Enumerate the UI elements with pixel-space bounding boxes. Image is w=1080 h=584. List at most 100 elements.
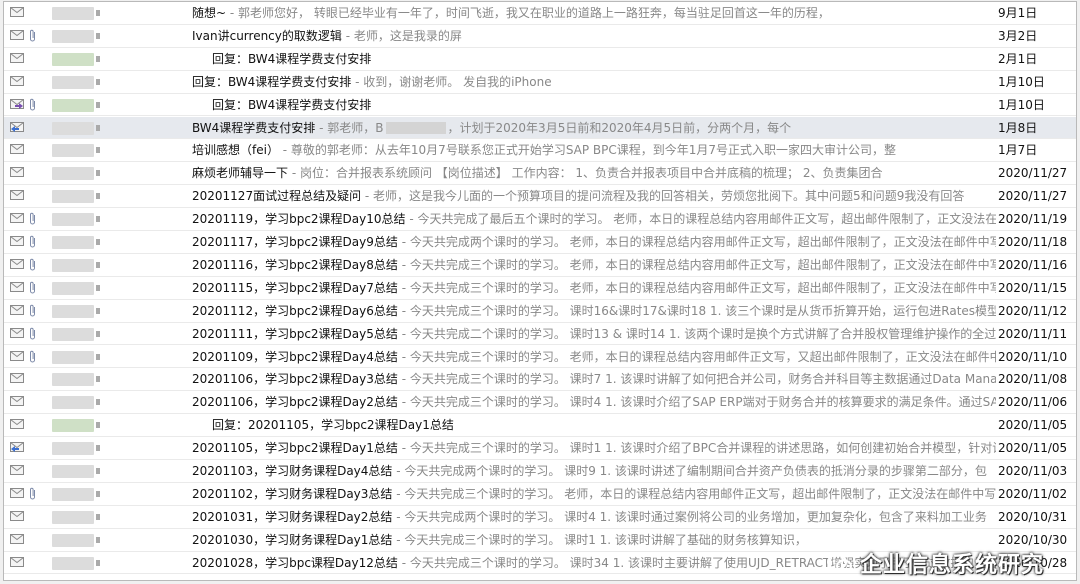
envelope-icon [10,556,24,567]
email-row[interactable]: 回复：BW4课程学费支付安排 - 收到，谢谢老师。 发自我的iPhone 1月10… [4,71,1076,94]
email-preview: - 今天共完成两个课时的学习。 课时4 1. 该课时通过案例将公司的业务增加，更… [392,509,987,524]
envelope-icon [10,144,24,155]
sender-redacted [52,75,100,89]
sender-redacted [52,121,100,135]
sender-redacted [52,167,100,181]
email-subject-line: 20201105，学习bpc2课程Day1总结 - 今天共完成三个课时的学习。 … [192,437,996,459]
sender-redacted [52,327,100,341]
email-subject: 回复：BW4课程学费支付安排 [212,97,372,112]
email-preview: - 老师，这是我录的屏 [341,28,462,43]
email-preview: - 今天共完成三个课时的学习。 课时1 1. 该课时讲解了基础的财务核算知识， [392,532,807,547]
email-subject: 20201119，学习bpc2课程Day10总结 [192,212,406,227]
email-row[interactable]: 20201115，学习bpc2课程Day7总结 - 今天共完成三个课时的学习。 … [4,277,1076,300]
email-row[interactable]: 20201106，学习bpc2课程Day3总结 - 今天共完成三个课时的学习。 … [4,368,1076,392]
email-subject-line: 20201103，学习财务课程Day4总结 - 今天共完成两个课时的学习。 课时… [192,460,996,482]
email-date: 9月1日 [998,6,1038,20]
email-subject: 20201103，学习财务课程Day4总结 [192,464,393,478]
sender-redacted [52,52,100,66]
envelope-icon [10,167,24,178]
envelope-icon [10,419,24,430]
email-preview: - 今天共完成三个课时的学习。 课时7 1. 该课时讲解了如何把合并公司，财务合… [397,372,996,387]
email-date: 2020/11/27 [998,166,1068,181]
email-subject: 回复：20201105，学习bpc2课程Day1总结 [212,418,454,433]
email-subject: 20201106，学习bpc2课程Day2总结 [192,395,398,410]
email-subject-line: 随想~ - 郭老师您好， 转眼已经毕业有一年了，时间飞逝，我又在职业的道路上一路… [192,2,996,24]
email-subject-line: Ivan讲currency的取数逻辑 - 老师，这是我录的屏 [192,25,996,47]
envelope-icon [10,533,24,544]
email-row[interactable]: BW4课程学费支付安排 - 郭老师，B ，计划于2020年3月5日前和2020年4… [4,116,1076,140]
email-row[interactable]: 20201112，学习bpc2课程Day6总结 - 今天共完成三个课时的学习。 … [4,300,1076,323]
sender-redacted [52,350,100,364]
email-subject-line: 20201115，学习bpc2课程Day7总结 - 今天共完成三个课时的学习。 … [192,277,996,299]
envelope-icon [10,213,24,224]
envelope-icon [10,75,24,86]
email-row[interactable]: 20201102，学习财务课程Day3总结 - 今天共完成三个课时的学习。 老师… [4,483,1076,506]
wechat-icon [826,554,852,573]
envelope-icon [10,373,24,384]
email-subject: Ivan讲currency的取数逻辑 [192,28,342,43]
email-subject-line: 20201119，学习bpc2课程Day10总结 - 今天共完成了最后五个课时的… [192,208,996,230]
sender-redacted [52,7,100,20]
email-date: 1月8日 [998,120,1038,135]
email-row[interactable]: 随想~ - 郭老师您好， 转眼已经毕业有一年了，时间飞逝，我又在职业的道路上一路… [4,2,1076,25]
envelope-icon [10,510,24,521]
sender-redacted [52,258,100,272]
email-preview: - 郭老师您好， 转眼已经毕业有一年了，时间飞逝，我又在职业的道路上一路狂奔，每… [226,6,830,20]
paperclip-icon [30,304,35,317]
email-row[interactable]: 回复：20201105，学习bpc2课程Day1总结 2020/11/05 [4,414,1076,438]
email-row[interactable]: 20201116，学习bpc2课程Day8总结 - 今天共完成三个课时的学习。 … [4,254,1076,277]
email-subject-line: 20201112，学习bpc2课程Day6总结 - 今天共完成三个课时的学习。 … [192,300,996,322]
email-date: 2020/11/16 [998,257,1068,272]
envelope-icon [10,7,24,17]
email-row[interactable]: Ivan讲currency的取数逻辑 - 老师，这是我录的屏 3月2日 [4,25,1076,48]
email-row[interactable]: 20201111，学习bpc2课程Day5总结 - 今天共完成二个课时的学习。 … [4,323,1076,346]
sender-redacted [52,373,100,387]
email-row[interactable]: 回复：BW4课程学费支付安排 1月10日 [4,94,1076,117]
email-subject: 麻烦老师辅导一下 [192,166,289,181]
redacted-block [385,122,446,134]
forwarded-envelope-icon [10,98,24,109]
envelope-icon [10,350,24,361]
paperclip-icon [30,212,35,225]
email-subject-line: 20201106，学习bpc2课程Day3总结 - 今天共完成三个课时的学习。 … [192,368,996,390]
email-subject-line: 20201102，学习财务课程Day3总结 - 今天共完成三个课时的学习。 老师… [192,483,996,505]
paperclip-icon [30,98,35,111]
email-date: 2020/11/03 [998,464,1068,478]
email-row[interactable]: 麻烦老师辅导一下 - 岗位：合并报表系统顾问 【岗位描述】 工作内容： 1、负责… [4,162,1076,186]
email-row[interactable]: 20201031，学习财务课程Day2总结 - 今天共完成两个课时的学习。 课时… [4,506,1076,529]
email-subject-line: 20201031，学习财务课程Day2总结 - 今天共完成两个课时的学习。 课时… [192,506,996,528]
email-subject: 20201030，学习财务课程Day1总结 [192,532,393,547]
email-row[interactable]: 20201117，学习bpc2课程Day9总结 - 今天共完成两个课时的学习。 … [4,231,1076,254]
email-date: 2020/11/05 [998,418,1068,433]
email-subject: 回复：BW4课程学费支付安排 [192,74,352,89]
sender-redacted [52,29,100,43]
envelope-icon [10,281,24,292]
sender-redacted [52,144,100,158]
email-row[interactable]: 20201105，学习bpc2课程Day1总结 - 今天共完成三个课时的学习。 … [4,437,1076,460]
email-subject: 20201031，学习财务课程Day2总结 [192,509,393,524]
paperclip-icon [30,235,35,248]
email-row[interactable]: 培训感想（fei） - 尊敬的郭老师：从去年10月7号联系您正式开始学习SAP … [4,139,1076,163]
email-date: 2020/11/06 [998,395,1068,410]
replied-envelope-icon [10,442,24,453]
email-subject-line: 20201106，学习bpc2课程Day2总结 - 今天共完成三个课时的学习。 … [192,391,996,413]
email-date: 2020/11/27 [998,189,1068,204]
email-row[interactable]: 20201127面试过程总结及疑问 - 老师，这是我今儿面的一个预算项目的提问流… [4,185,1076,209]
sender-redacted [52,556,100,570]
email-subject-line: 20201117，学习bpc2课程Day9总结 - 今天共完成两个课时的学习。 … [192,231,996,253]
sender-redacted [52,281,100,295]
email-row[interactable]: 20201119，学习bpc2课程Day10总结 - 今天共完成了最后五个课时的… [4,208,1076,231]
email-row[interactable]: 20201106，学习bpc2课程Day2总结 - 今天共完成三个课时的学习。 … [4,391,1076,415]
email-row[interactable]: 20201103，学习财务课程Day4总结 - 今天共完成两个课时的学习。 课时… [4,460,1076,483]
email-subject: 培训感想（fei） [192,143,279,158]
email-row[interactable]: 回复：BW4课程学费支付安排 2月1日 [4,48,1076,71]
email-date: 2020/11/08 [998,372,1068,387]
email-preview: - 岗位：合并报表系统顾问 【岗位描述】 工作内容： 1、负责合并报表项目中合并… [288,166,883,181]
email-subject: 20201106，学习bpc2课程Day3总结 [192,372,398,387]
email-date: 2020/11/15 [998,280,1068,295]
email-subject: 20201102，学习财务课程Day3总结 [192,486,393,501]
email-date: 2020/11/11 [998,326,1068,341]
paperclip-icon [30,350,35,362]
email-preview: - 今天共完成三个课时的学习。 课时4 1. 该课时介绍了SAP ERP端对于财… [397,395,996,410]
email-row[interactable]: 20201109，学习bpc2课程Day4总结 - 今天共完成三个课时的学习。 … [4,346,1076,369]
